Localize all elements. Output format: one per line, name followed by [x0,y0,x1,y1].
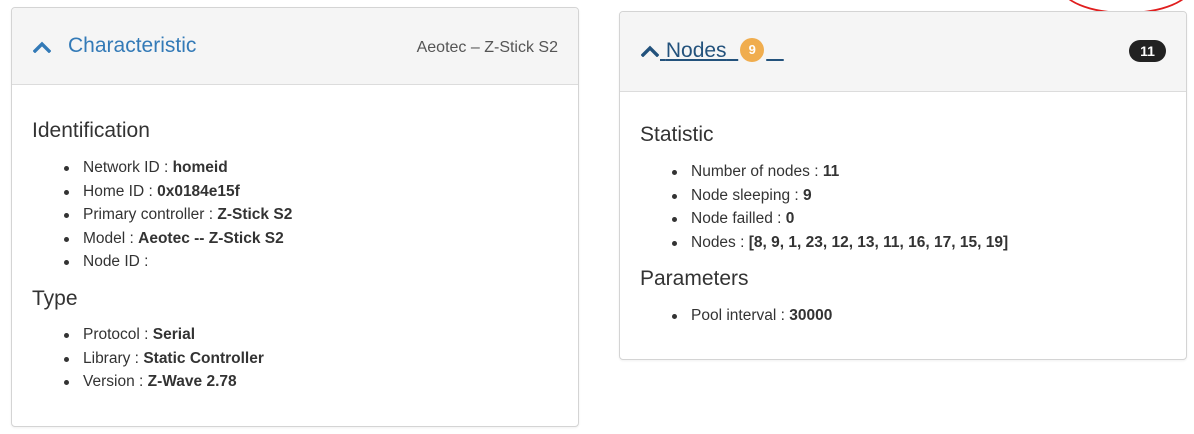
parameters-list: Pool interval : 30000 [640,304,832,328]
device-subtitle: Aeotec – Z-Stick S2 [416,39,558,56]
list-item: Primary controller : Z-Stick S2 [63,203,292,227]
nodes-title[interactable]: Nodes [666,39,727,62]
total-nodes-badge: 11 [1129,40,1166,62]
list-item: Node failled : 0 [671,207,1008,231]
sleeping-nodes-badge: 9 [740,38,765,62]
nodes-panel: Nodes 9 11 Statistic Number of nodes : 1… [619,11,1187,360]
list-item: Home ID : 0x0184e15f [63,180,292,204]
list-item: Protocol : Serial [64,323,264,347]
identification-list: Network ID : homeid Home ID : 0x0184e15f… [32,156,292,274]
type-list: Protocol : Serial Library : Static Contr… [32,323,264,394]
chevron-up-icon[interactable] [641,45,659,57]
characteristic-title[interactable]: Characteristic [68,34,196,58]
nodes-title-link[interactable]: Nodes 9 [660,38,784,63]
list-item: Pool interval : 30000 [671,304,832,328]
list-item: Model : Aeotec -- Z-Stick S2 [63,227,292,251]
nodes-panel-heading[interactable]: Nodes 9 11 [620,12,1186,92]
statistic-heading: Statistic [640,123,714,146]
list-item: Number of nodes : 11 [671,160,1008,184]
list-item: Library : Static Controller [64,347,264,371]
statistic-list: Number of nodes : 11 Node sleeping : 9 N… [640,160,1008,254]
parameters-heading: Parameters [640,267,749,290]
list-item: Node sleeping : 9 [671,184,1008,208]
list-item: Version : Z-Wave 2.78 [64,370,264,394]
list-item: Network ID : homeid [63,156,292,180]
list-item: Node ID : [63,250,292,274]
identification-heading: Identification [32,119,150,142]
chevron-up-icon[interactable] [33,41,51,53]
characteristic-panel-heading[interactable]: Characteristic Aeotec – Z-Stick S2 [12,8,578,85]
list-item: Nodes : [8, 9, 1, 23, 12, 13, 11, 16, 17… [671,231,1008,255]
type-heading: Type [32,287,78,310]
characteristic-panel: Characteristic Aeotec – Z-Stick S2 Ident… [11,7,579,427]
